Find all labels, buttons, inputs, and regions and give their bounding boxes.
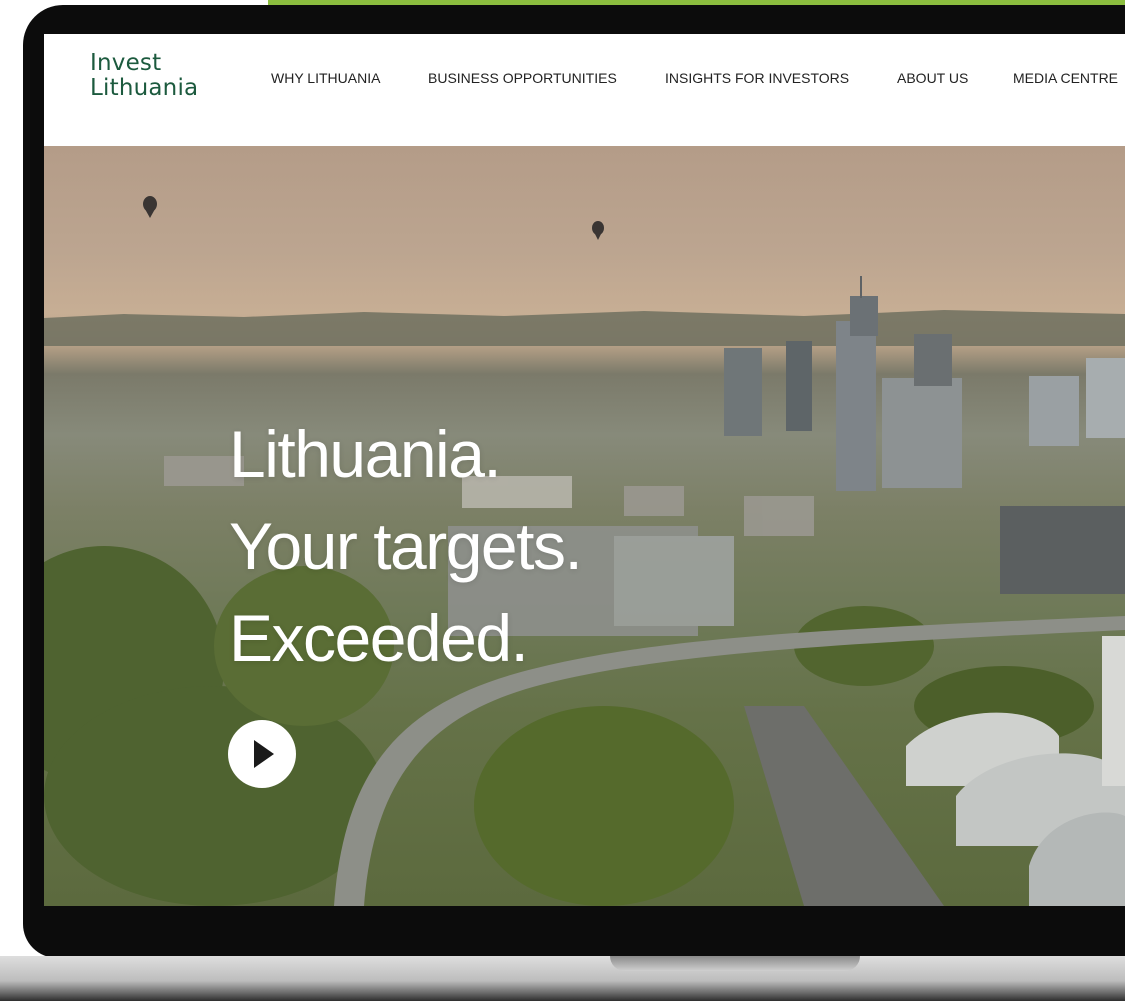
nav-item-about-us[interactable]: ABOUT US: [897, 70, 968, 86]
hero-headline-line-1: Lithuania.: [229, 417, 502, 491]
nav-item-why-lithuania[interactable]: WHY LITHUANIA: [271, 70, 380, 86]
hero-section: Lithuania. Your targets. Exceeded.: [44, 146, 1125, 906]
laptop-screen: Invest Lithuania WHY LITHUANIA BUSINESS …: [44, 34, 1125, 906]
nav-item-insights-for-investors[interactable]: INSIGHTS FOR INVESTORS: [665, 70, 849, 86]
laptop-base: [0, 956, 1125, 1001]
play-video-button[interactable]: [228, 720, 296, 788]
laptop-notch: [610, 956, 860, 971]
main-road: [744, 706, 944, 906]
site-header: Invest Lithuania WHY LITHUANIA BUSINESS …: [44, 34, 1125, 146]
nav-item-business-opportunities[interactable]: BUSINESS OPPORTUNITIES: [428, 70, 617, 86]
hero-headline: Lithuania. Your targets. Exceeded.: [229, 408, 583, 684]
balloon-icon: [143, 196, 157, 218]
nav-item-media-centre[interactable]: MEDIA CENTRE: [1013, 70, 1118, 86]
logo-line-1: Invest: [90, 50, 162, 76]
horizon-hills: [44, 310, 1125, 346]
balloon-icon: [592, 221, 604, 240]
site-logo[interactable]: Invest Lithuania: [90, 51, 198, 101]
hero-city-photo: [44, 196, 1125, 906]
hero-headline-line-3: Exceeded.: [229, 601, 529, 675]
hero-headline-line-2: Your targets.: [229, 509, 583, 583]
play-icon: [254, 740, 274, 768]
logo-line-2: Lithuania: [90, 75, 199, 101]
